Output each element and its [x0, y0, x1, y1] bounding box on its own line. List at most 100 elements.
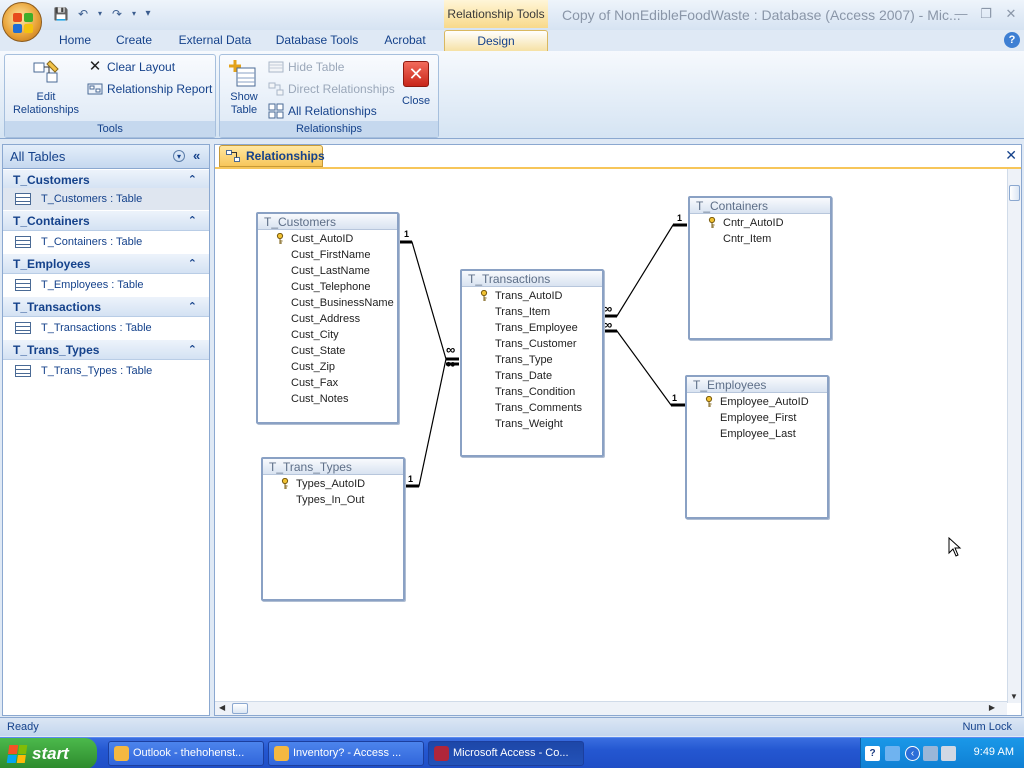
hide-table-button[interactable]: Hide Table [268, 58, 344, 76]
horizontal-scroll-thumb[interactable] [232, 703, 248, 714]
search-tray-icon[interactable] [941, 746, 956, 761]
nav-group-transactions[interactable]: T_Transactions ⌃ [3, 297, 209, 317]
tab-acrobat[interactable]: Acrobat [376, 30, 434, 51]
field-primary-key[interactable]: Cntr_AutoID [690, 215, 830, 231]
shutter-bar-close-icon[interactable]: « [193, 148, 200, 163]
nav-group-trans-types[interactable]: T_Trans_Types ⌃ [3, 340, 209, 360]
table-trans-types[interactable]: T_Trans_Types Types_AutoID Types_In_Out [261, 457, 405, 601]
taskbar: start Outlook - thehohenst... Inventory?… [0, 737, 1024, 768]
minimize-icon[interactable]: — [950, 6, 972, 22]
field[interactable]: Trans_Weight [462, 416, 602, 432]
scroll-right-icon[interactable]: ▶ [989, 703, 995, 712]
direct-relationships-button[interactable]: Direct Relationships [268, 80, 395, 98]
field[interactable]: Cust_State [258, 343, 397, 359]
field-primary-key[interactable]: Types_AutoID [263, 476, 403, 492]
tab-create[interactable]: Create [110, 30, 158, 51]
nav-item-trans-types-table[interactable]: T_Trans_Types : Table [3, 360, 209, 382]
field[interactable]: Cust_BusinessName [258, 295, 397, 311]
close-document-icon[interactable]: ✕ [1005, 147, 1017, 164]
vertical-scroll-thumb[interactable] [1009, 185, 1020, 201]
undo-icon[interactable]: ↶ [74, 5, 92, 23]
nav-menu-dropdown-icon[interactable]: ▾ [173, 150, 185, 162]
redo-icon[interactable]: ↷ [108, 5, 126, 23]
network-tray-icon[interactable] [885, 746, 900, 761]
field[interactable]: Cust_LastName [258, 263, 397, 279]
start-button[interactable]: start [0, 738, 97, 768]
security-tray-icon[interactable] [923, 746, 938, 761]
tab-external-data[interactable]: External Data [172, 30, 258, 51]
field-primary-key[interactable]: Trans_AutoID [462, 288, 602, 304]
undo-dropdown-icon[interactable]: ▾ [96, 5, 104, 23]
field-primary-key[interactable]: Employee_AutoID [687, 394, 827, 410]
taskbar-item-access[interactable]: Microsoft Access - Co... [428, 741, 584, 766]
nav-item-employees-table[interactable]: T_Employees : Table [3, 274, 209, 296]
nav-item-customers-table[interactable]: T_Customers : Table [3, 188, 209, 210]
nav-pane-header[interactable]: All Tables ▾ « [3, 145, 209, 169]
field[interactable]: Trans_Employee [462, 320, 602, 336]
field[interactable]: Employee_First [687, 410, 827, 426]
collapse-chevron-icon[interactable]: ⌃ [188, 340, 197, 360]
collapse-chevron-icon[interactable]: ⌃ [188, 254, 197, 274]
table-transactions[interactable]: T_Transactions Trans_AutoID Trans_Item T… [460, 269, 604, 457]
scroll-left-icon[interactable]: ◀ [219, 703, 225, 712]
redo-dropdown-icon[interactable]: ▾ [130, 5, 138, 23]
table-employees[interactable]: T_Employees Employee_AutoID Employee_Fir… [685, 375, 829, 519]
employees-transactions-line[interactable] [603, 330, 685, 406]
close-relationships-button[interactable]: ✕ Close [398, 61, 434, 108]
collapse-chevron-icon[interactable]: ⌃ [188, 297, 197, 317]
show-table-button[interactable]: Show Table [224, 59, 264, 117]
scroll-down-icon[interactable]: ▼ [1010, 692, 1018, 701]
field[interactable]: Trans_Condition [462, 384, 602, 400]
field[interactable]: Cust_City [258, 327, 397, 343]
primary-key-icon [708, 217, 716, 228]
field[interactable]: Cust_Fax [258, 375, 397, 391]
taskbar-item-inventory[interactable]: Inventory? - Access ... [268, 741, 424, 766]
relationships-tab[interactable]: Relationships [219, 145, 325, 167]
table-containers[interactable]: T_Containers Cntr_AutoID Cntr_Item [688, 196, 832, 340]
customize-qat-icon[interactable]: ▾ [142, 5, 154, 23]
tab-database-tools[interactable]: Database Tools [270, 30, 364, 51]
field[interactable]: Cust_Telephone [258, 279, 397, 295]
nav-item-containers-table[interactable]: T_Containers : Table [3, 231, 209, 253]
nav-group-containers[interactable]: T_Containers ⌃ [3, 211, 209, 231]
save-icon[interactable]: 💾 [52, 5, 70, 23]
office-button[interactable] [2, 2, 42, 42]
field[interactable]: Trans_Date [462, 368, 602, 384]
field[interactable]: Trans_Customer [462, 336, 602, 352]
close-window-icon[interactable]: ✕ [1000, 6, 1022, 22]
taskbar-item-outlook[interactable]: Outlook - thehohenst... [108, 741, 264, 766]
help-icon[interactable]: ? [1004, 32, 1020, 48]
edit-relationships-button[interactable]: Edit Relationships [9, 59, 83, 117]
nav-group-employees[interactable]: T_Employees ⌃ [3, 254, 209, 274]
table-customers[interactable]: T_Customers Cust_AutoID Cust_FirstName C… [256, 212, 399, 424]
collapse-chevron-icon[interactable]: ⌃ [188, 170, 197, 190]
field[interactable]: Cust_Zip [258, 359, 397, 375]
horizontal-scrollbar[interactable]: ◀ ▶ [215, 701, 1007, 715]
field[interactable]: Trans_Comments [462, 400, 602, 416]
field[interactable]: Types_In_Out [263, 492, 403, 508]
show-hidden-icons-icon[interactable]: ‹ [905, 746, 920, 761]
field[interactable]: Trans_Item [462, 304, 602, 320]
nav-group-customers[interactable]: T_Customers ⌃ [3, 170, 209, 190]
relationship-report-button[interactable]: Relationship Report [87, 80, 212, 98]
restore-icon[interactable]: ❐ [975, 6, 997, 22]
clear-layout-button[interactable]: ✕ Clear Layout [87, 58, 175, 76]
nav-item-transactions-table[interactable]: T_Transactions : Table [3, 317, 209, 339]
relationship-canvas[interactable]: 1 ∞ ∞ 1 ∞ ∞ 1 1 T_Customers Cust_AutoID … [216, 169, 1007, 703]
all-relationships-button[interactable]: All Relationships [268, 102, 377, 120]
field[interactable]: Cust_Notes [258, 391, 397, 407]
field[interactable]: Cust_FirstName [258, 247, 397, 263]
tab-design[interactable]: Design [444, 30, 548, 51]
field[interactable]: Cust_Address [258, 311, 397, 327]
field[interactable]: Trans_Type [462, 352, 602, 368]
field[interactable]: Employee_Last [687, 426, 827, 442]
field[interactable]: Cntr_Item [690, 231, 830, 247]
tab-home[interactable]: Home [52, 30, 98, 51]
help-tray-icon[interactable]: ? [865, 746, 880, 761]
collapse-chevron-icon[interactable]: ⌃ [188, 211, 197, 231]
containers-transactions-line[interactable] [603, 224, 687, 317]
customers-transactions-line[interactable] [399, 241, 459, 360]
vertical-scrollbar[interactable]: ▼ [1007, 169, 1021, 703]
transtypes-transactions-line[interactable] [405, 358, 447, 487]
field-primary-key[interactable]: Cust_AutoID [258, 231, 397, 247]
